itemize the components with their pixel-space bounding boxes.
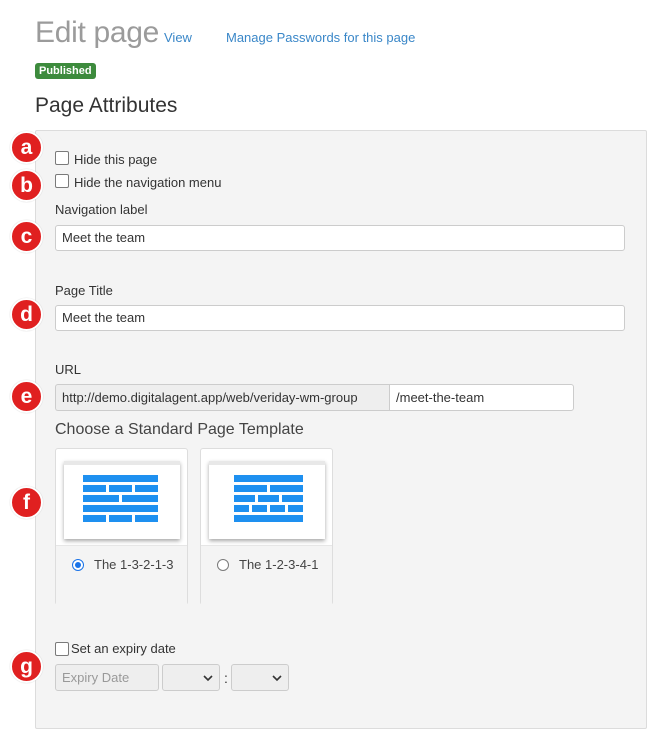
marker-d: d bbox=[10, 298, 43, 331]
status-badge: Published bbox=[35, 63, 96, 79]
hide-nav-checkbox[interactable] bbox=[55, 174, 69, 188]
page-title-input[interactable]: Meet the team bbox=[55, 305, 625, 331]
url-prefix: http://demo.digitalagent.app/web/veriday… bbox=[55, 384, 389, 411]
template-2-label: The 1-2-3-4-1 bbox=[239, 557, 319, 572]
expiry-label: Set an expiry date bbox=[71, 641, 176, 656]
template-thumbnail bbox=[64, 461, 180, 539]
url-heading: URL bbox=[55, 362, 82, 377]
marker-b: b bbox=[10, 169, 43, 202]
hide-nav-label: Hide the navigation menu bbox=[74, 175, 222, 190]
template-thumbnail bbox=[209, 461, 325, 539]
url-slug-input[interactable]: /meet-the-team bbox=[389, 384, 574, 411]
expiry-date-input[interactable]: Expiry Date bbox=[55, 664, 159, 691]
brick-layout-icon bbox=[83, 475, 158, 522]
chevron-down-icon bbox=[272, 675, 282, 682]
template-2-radio[interactable] bbox=[217, 559, 229, 571]
expiry-hour-select[interactable] bbox=[162, 664, 220, 691]
time-separator: : bbox=[224, 670, 228, 686]
page-title-heading: Page Title bbox=[55, 283, 113, 298]
nav-label-input[interactable]: Meet the team bbox=[55, 225, 625, 251]
expiry-minute-select[interactable] bbox=[231, 664, 289, 691]
view-link[interactable]: View bbox=[164, 30, 192, 45]
hide-page-label: Hide this page bbox=[74, 152, 158, 167]
brick-layout-icon bbox=[234, 475, 303, 522]
expiry-checkbox[interactable] bbox=[55, 642, 69, 656]
page-title: Edit page bbox=[35, 16, 160, 49]
template-card-2[interactable]: The 1-2-3-4-1 bbox=[200, 448, 333, 606]
hide-page-checkbox[interactable] bbox=[55, 151, 69, 165]
template-heading: Choose a Standard Page Template bbox=[55, 421, 304, 438]
section-title: Page Attributes bbox=[35, 94, 178, 117]
nav-label-heading: Navigation label bbox=[55, 202, 148, 217]
marker-f: f bbox=[10, 486, 43, 519]
template-card-1[interactable]: The 1-3-2-1-3 bbox=[55, 448, 188, 606]
manage-passwords-link[interactable]: Manage Passwords for this page bbox=[226, 30, 415, 45]
marker-c: c bbox=[10, 220, 43, 253]
marker-g: g bbox=[10, 650, 43, 683]
chevron-down-icon bbox=[203, 675, 213, 682]
marker-a: a bbox=[10, 131, 43, 164]
template-1-radio[interactable] bbox=[72, 559, 84, 571]
marker-e: e bbox=[10, 380, 43, 413]
template-1-label: The 1-3-2-1-3 bbox=[94, 557, 174, 572]
